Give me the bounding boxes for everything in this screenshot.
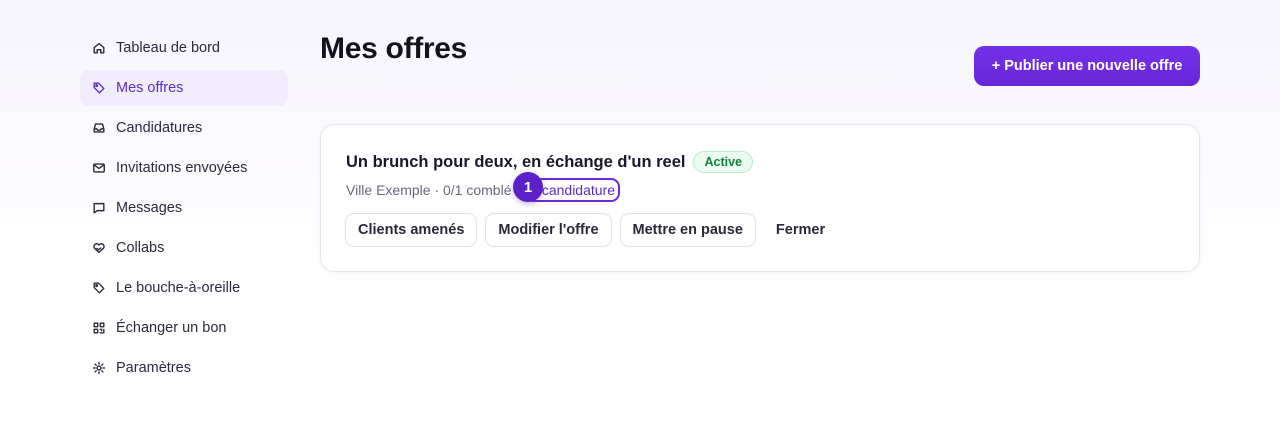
page-title: Mes offres	[320, 32, 468, 65]
sidebar-item-applications[interactable]: Candidatures	[80, 110, 288, 146]
sidebar-item-label: Tableau de bord	[116, 40, 220, 56]
offer-actions: Clients amenés Modifier l'offre Mettre e…	[345, 213, 845, 247]
sidebar-item-label: Invitations envoyées	[116, 160, 248, 176]
offer-location-capacity: Ville Exemple · 0/1 comblé	[346, 182, 512, 198]
sidebar-item-messages[interactable]: Messages	[80, 190, 288, 226]
offer-meta: Ville Exemple · 0/1 comblé · 0 candidatu…	[346, 178, 620, 202]
publish-offer-button[interactable]: + Publier une nouvelle offre	[974, 46, 1200, 86]
sidebar-item-label: Paramètres	[116, 360, 191, 376]
inbox-icon	[92, 121, 106, 135]
sidebar-item-word-of-mouth[interactable]: Le bouche-à-oreille	[80, 270, 288, 306]
step-marker: 1	[513, 172, 543, 202]
qr-code-icon	[92, 321, 106, 335]
sidebar-item-label: Échanger un bon	[116, 320, 227, 336]
home-icon	[92, 41, 106, 55]
sidebar-item-settings[interactable]: Paramètres	[80, 350, 288, 386]
edit-offer-button[interactable]: Modifier l'offre	[485, 213, 612, 247]
sidebar-item-label: Le bouche-à-oreille	[116, 280, 241, 296]
sidebar: Tableau de bord Mes offres Candidatures …	[80, 30, 288, 390]
close-offer-button[interactable]: Fermer	[764, 213, 837, 247]
sidebar-item-collabs[interactable]: Collabs	[80, 230, 288, 266]
sidebar-item-label: Collabs	[116, 240, 165, 256]
mail-icon	[92, 161, 106, 175]
message-icon	[92, 201, 106, 215]
sidebar-item-dashboard[interactable]: Tableau de bord	[80, 30, 288, 66]
sidebar-item-my-offers[interactable]: Mes offres	[80, 70, 288, 106]
sidebar-item-invitations[interactable]: Invitations envoyées	[80, 150, 288, 186]
gear-icon	[92, 361, 106, 375]
sidebar-item-label: Candidatures	[116, 120, 203, 136]
sidebar-item-label: Messages	[116, 200, 183, 216]
sidebar-item-redeem-voucher[interactable]: Échanger un bon	[80, 310, 288, 346]
pause-offer-button[interactable]: Mettre en pause	[619, 213, 756, 247]
tag-icon	[92, 81, 106, 95]
sidebar-item-label: Mes offres	[116, 80, 184, 96]
clients-brought-button[interactable]: Clients amenés	[345, 213, 478, 247]
offer-title: Un brunch pour deux, en échange d'un ree…	[346, 152, 686, 171]
offer-card: Un brunch pour deux, en échange d'un ree…	[320, 124, 1200, 272]
tag-icon	[92, 281, 106, 295]
handshake-icon	[92, 241, 106, 255]
offer-title-row: Un brunch pour deux, en échange d'un ree…	[346, 151, 753, 173]
status-badge: Active	[693, 151, 753, 173]
